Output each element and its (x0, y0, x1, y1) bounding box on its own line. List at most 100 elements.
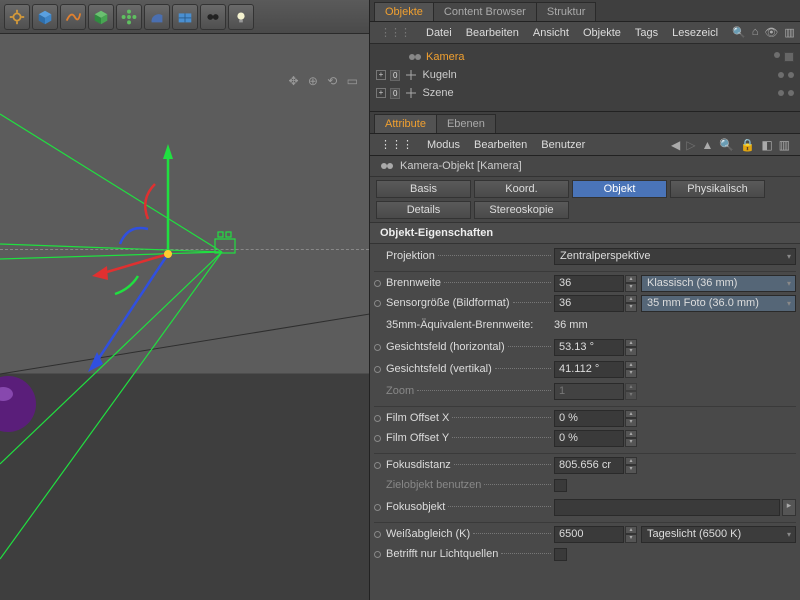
fokus-input[interactable]: 805.656 cr (554, 457, 624, 474)
row-fov-v: Gesichtsfeld (vertikal) 41.112 ° ▴▾ (374, 359, 796, 379)
brennweite-dropdown[interactable]: Klassisch (36 mm)▾ (641, 275, 796, 292)
tool-generator[interactable] (116, 4, 142, 30)
ptab-physikalisch[interactable]: Physikalisch (670, 180, 765, 198)
ptab-objekt[interactable]: Objekt (572, 180, 667, 198)
spinner[interactable]: ▴▾ (625, 457, 637, 474)
tab-struktur[interactable]: Struktur (536, 2, 597, 21)
search-icon[interactable]: 🔍 (719, 138, 734, 152)
menu-ansicht[interactable]: Ansicht (533, 27, 569, 39)
menu-benutzer[interactable]: Benutzer (541, 139, 585, 151)
row-fokusobjekt: Fokusobjekt ▸ (374, 497, 796, 517)
right-panel: Objekte Content Browser Struktur ⋮⋮⋮ Dat… (370, 0, 800, 600)
menu-lesezeichen[interactable]: Lesezeicl (672, 27, 718, 39)
tool-gear[interactable] (4, 4, 30, 30)
fov-h-input[interactable]: 53.13 ° (554, 339, 624, 356)
zielobjekt-checkbox[interactable] (554, 479, 567, 492)
tool-deformer[interactable] (144, 4, 170, 30)
row-weissabgleich: Weißabgleich (K) 6500 ▴▾ Tageslicht (650… (374, 522, 796, 542)
projektion-dropdown[interactable]: Zentralperspektive▾ (554, 248, 796, 265)
lichtquellen-checkbox[interactable] (554, 548, 567, 561)
properties-list: Projektion Zentralperspektive▾ Brennweit… (370, 244, 800, 570)
null-icon (404, 88, 418, 98)
spinner[interactable]: ▴▾ (625, 410, 637, 427)
sensor-input[interactable]: 36 (554, 295, 624, 312)
row-offset-y: Film Offset Y 0 % ▴▾ (374, 428, 796, 448)
tree-item-kamera[interactable]: Kamera (376, 48, 794, 66)
property-tabs: Basis Koord. Objekt Physikalisch Details… (370, 177, 800, 223)
weiss-dropdown[interactable]: Tageslicht (6500 K)▾ (641, 526, 796, 543)
null-icon (404, 70, 418, 80)
attribute-tabs: Attribute Ebenen (370, 112, 800, 134)
menu-extra-icon[interactable]: ▥ (784, 26, 794, 39)
row-fokus: Fokusdistanz 805.656 cr ▴▾ (374, 453, 796, 473)
row-projektion: Projektion Zentralperspektive▾ (374, 246, 796, 266)
tool-light[interactable] (228, 4, 254, 30)
nav-up-icon[interactable]: ▲ (702, 138, 714, 152)
menu-extra-icon[interactable]: ▥ (779, 138, 790, 152)
equiv-value: 36 mm (554, 319, 588, 331)
ptab-details[interactable]: Details (376, 201, 471, 219)
home-icon[interactable]: ⌂ (752, 26, 759, 39)
grip-icon[interactable]: ⋮⋮⋮ (380, 26, 410, 39)
object-tree[interactable]: Kamera + 0 Kugeln + 0 Szene (370, 44, 800, 112)
menu-bearbeiten2[interactable]: Bearbeiten (474, 139, 527, 151)
fov-v-input[interactable]: 41.112 ° (554, 361, 624, 378)
menu-modus[interactable]: Modus (427, 139, 460, 151)
tool-floor[interactable] (172, 4, 198, 30)
brennweite-input[interactable]: 36 (554, 275, 624, 292)
camera-icon (408, 52, 422, 62)
menu-tags[interactable]: Tags (635, 27, 658, 39)
menu-objekte[interactable]: Objekte (583, 27, 621, 39)
row-35mm-equiv: 35mm-Äquivalent-Brennweite: 36 mm (374, 315, 796, 335)
spinner[interactable]: ▴▾ (625, 339, 637, 356)
tag-icon[interactable] (784, 52, 794, 62)
tool-cube[interactable] (32, 4, 58, 30)
picker-icon[interactable]: ▸ (782, 499, 796, 516)
row-sensor: Sensorgröße (Bildformat) 36 ▴▾ 35 mm Fot… (374, 293, 796, 313)
weiss-input[interactable]: 6500 (554, 526, 624, 543)
attribute-menu: ⋮⋮⋮ Modus Bearbeiten Benutzer ◀ ▷ ▲ 🔍 🔒 … (370, 134, 800, 156)
nav-fwd-icon[interactable]: ▷ (686, 138, 695, 152)
lock-icon[interactable]: 🔒 (740, 138, 755, 152)
tab-attribute[interactable]: Attribute (374, 114, 437, 133)
zoom-input: 1 (554, 383, 624, 400)
spinner[interactable]: ▴▾ (625, 430, 637, 447)
row-offset-x: Film Offset X 0 % ▴▾ (374, 406, 796, 426)
row-zoom: Zoom 1 ▴▾ (374, 381, 796, 401)
spinner[interactable]: ▴▾ (625, 361, 637, 378)
spinner[interactable]: ▴▾ (625, 295, 637, 312)
fokusobjekt-input[interactable] (554, 499, 780, 516)
expand-icon[interactable]: + (376, 70, 386, 80)
nav-back-icon[interactable]: ◀ (671, 138, 680, 152)
row-brennweite: Brennweite 36 ▴▾ Klassisch (36 mm)▾ (374, 271, 796, 291)
offset-x-input[interactable]: 0 % (554, 410, 624, 427)
row-lichtquellen: Betrifft nur Lichtquellen (374, 544, 796, 564)
tab-ebenen[interactable]: Ebenen (436, 114, 496, 133)
left-panel: ✥ ⊕ ⟲ ▭ (0, 0, 370, 600)
row-zielobjekt: Zielobjekt benutzen (374, 475, 796, 495)
spinner[interactable]: ▴▾ (625, 275, 637, 292)
tab-objekte[interactable]: Objekte (374, 2, 434, 21)
tree-item-kugeln[interactable]: + 0 Kugeln (376, 66, 794, 84)
ptab-koord[interactable]: Koord. (474, 180, 569, 198)
spinner: ▴▾ (625, 383, 637, 400)
viewport[interactable]: ✥ ⊕ ⟲ ▭ (0, 34, 369, 600)
tool-camera[interactable] (200, 4, 226, 30)
tree-item-szene[interactable]: + 0 Szene (376, 84, 794, 102)
tab-content-browser[interactable]: Content Browser (433, 2, 537, 21)
grip-icon[interactable]: ⋮⋮⋮ (380, 138, 413, 151)
expand-icon[interactable]: + (376, 88, 386, 98)
new-icon[interactable]: ◧ (761, 138, 772, 152)
menu-bearbeiten[interactable]: Bearbeiten (466, 27, 519, 39)
ptab-stereoskopie[interactable]: Stereoskopie (474, 201, 569, 219)
tool-cube-green[interactable] (88, 4, 114, 30)
sensor-dropdown[interactable]: 35 mm Foto (36.0 mm)▾ (641, 295, 796, 312)
eye-icon[interactable]: 👁 (764, 26, 778, 39)
search-icon[interactable]: 🔍 (732, 26, 746, 39)
tool-spline[interactable] (60, 4, 86, 30)
object-header: Kamera-Objekt [Kamera] (370, 156, 800, 177)
offset-y-input[interactable]: 0 % (554, 430, 624, 447)
ptab-basis[interactable]: Basis (376, 180, 471, 198)
spinner[interactable]: ▴▾ (625, 526, 637, 543)
menu-datei[interactable]: Datei (426, 27, 452, 39)
